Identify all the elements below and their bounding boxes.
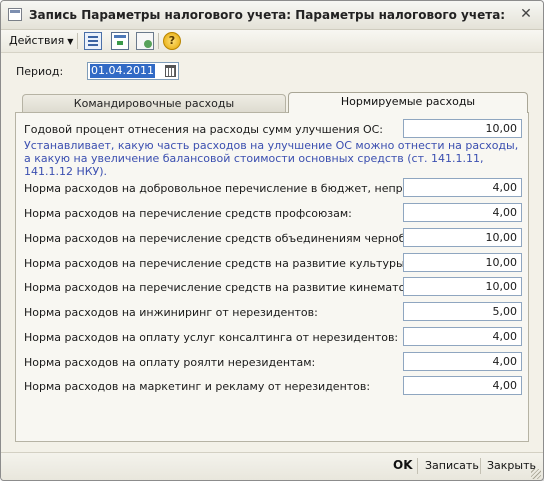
norm-label: Норма расходов на перечисление средств н… [24, 281, 445, 294]
actions-menu[interactable]: Действия ▼ [9, 34, 73, 47]
dialog-window: Запись Параметры налогового учета: Парам… [0, 0, 544, 481]
toolbar: Действия ▼ ? [1, 30, 543, 53]
close-button[interactable]: Закрыть [487, 459, 536, 472]
save-button[interactable]: Записать [425, 459, 479, 472]
norm-field[interactable]: 10,00 [403, 277, 522, 296]
period-date-value[interactable]: 01.04.2011 [90, 64, 155, 78]
norm-field[interactable]: 4,00 [403, 376, 522, 395]
window-icon [8, 8, 22, 21]
norm-label: Норма расходов на маркетинг и рекламу от… [24, 380, 371, 393]
tab-business-trips[interactable]: Командировочные расходы [22, 94, 286, 112]
button-separator [480, 458, 481, 474]
annual-percent-hint: Устанавливает, какую часть расходов на у… [24, 139, 519, 178]
norm-label: Норма расходов на оплату услуг консалтин… [24, 331, 399, 344]
norm-label: Норма расходов на добровольное перечисле… [24, 182, 450, 195]
norm-field[interactable]: 4,00 [403, 327, 522, 346]
norm-field[interactable]: 10,00 [403, 253, 522, 272]
norm-label: Норма расходов на инжиниринг от нерезиде… [24, 306, 318, 319]
annual-percent-label: Годовой процент отнесения на расходы сум… [24, 123, 384, 136]
window-title: Запись Параметры налогового учета: Парам… [29, 8, 506, 22]
tab-normalized-expenses[interactable]: Нормируемые расходы [288, 92, 528, 113]
chevron-down-icon: ▼ [67, 37, 74, 46]
calendar-icon[interactable] [165, 65, 176, 77]
toolbar-separator [158, 33, 159, 49]
button-separator [417, 458, 418, 474]
pane-icon[interactable] [111, 32, 129, 50]
actions-label: Действия [9, 34, 65, 47]
annual-percent-field[interactable]: 10,00 [403, 119, 522, 138]
button-bar: OK Записать Закрыть [1, 452, 543, 480]
norm-label: Норма расходов на перечисление средств н… [24, 257, 409, 270]
norm-field[interactable]: 4,00 [403, 178, 522, 197]
title-bar[interactable]: Запись Параметры налогового учета: Парам… [1, 1, 543, 30]
norm-field[interactable]: 4,00 [403, 352, 522, 371]
toolbar-separator [77, 33, 78, 49]
norm-field[interactable]: 10,00 [403, 228, 522, 247]
ok-button[interactable]: OK [393, 458, 413, 472]
help-icon[interactable]: ? [163, 32, 181, 50]
copy-icon[interactable] [136, 32, 154, 50]
list-icon[interactable] [84, 32, 102, 50]
norm-label: Норма расходов на перечисление средств п… [24, 207, 352, 220]
norm-label: Норма расходов на оплату роялти нерезиде… [24, 356, 316, 369]
close-icon[interactable]: ✕ [519, 7, 533, 21]
norm-field[interactable]: 4,00 [403, 203, 522, 222]
period-date-field[interactable]: 01.04.2011 [87, 62, 179, 80]
norm-label: Норма расходов на перечисление средств о… [24, 232, 446, 245]
period-label: Период: [16, 65, 64, 78]
norm-field[interactable]: 5,00 [403, 302, 522, 321]
resize-grip-icon[interactable] [531, 469, 541, 479]
